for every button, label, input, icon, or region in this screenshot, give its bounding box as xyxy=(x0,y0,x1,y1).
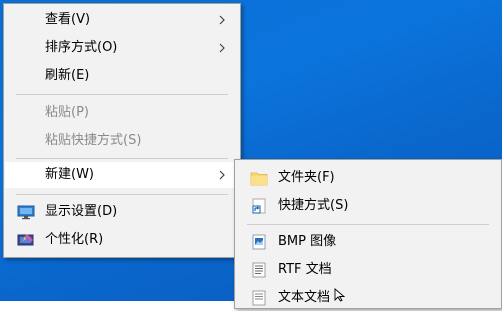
menu-item-new[interactable]: 新建(W) xyxy=(5,162,239,188)
chevron-right-icon xyxy=(219,15,225,25)
submenu-item-bmp-label: BMP 图像 xyxy=(278,234,337,249)
menu-item-display-settings-label: 显示设置(D) xyxy=(45,204,118,219)
submenu-item-shortcut[interactable]: 快捷方式(S) xyxy=(236,193,500,219)
menu-separator xyxy=(16,194,228,195)
rtf-document-icon xyxy=(252,262,266,278)
menu-item-refresh[interactable]: 刷新(E) xyxy=(5,63,239,89)
folder-icon xyxy=(250,172,268,186)
submenu-item-text-document[interactable]: 文本文档 xyxy=(236,285,500,311)
menu-item-personalize-label: 个性化(R) xyxy=(45,232,104,247)
submenu-separator xyxy=(247,224,489,225)
personalize-icon xyxy=(17,234,34,246)
menu-separator xyxy=(16,158,228,159)
menu-item-paste[interactable]: 粘贴(P) xyxy=(5,100,239,126)
text-document-icon xyxy=(252,290,266,306)
submenu-item-rtf-label: RTF 文档 xyxy=(278,262,332,277)
menu-item-new-label: 新建(W) xyxy=(45,167,94,182)
menu-item-paste-shortcut[interactable]: 粘贴快捷方式(S) xyxy=(5,128,239,154)
menu-item-personalize[interactable]: 个性化(R) xyxy=(5,227,239,253)
menu-item-paste-label: 粘贴(P) xyxy=(45,105,89,120)
menu-item-display-settings[interactable]: 显示设置(D) xyxy=(5,199,239,225)
desktop-context-menu: 查看(V) 排序方式(O) 刷新(E) 粘贴(P) 粘贴快捷方式(S) 新建(W… xyxy=(3,3,241,258)
menu-item-view-label: 查看(V) xyxy=(45,12,91,27)
submenu-item-shortcut-label: 快捷方式(S) xyxy=(278,198,349,213)
chevron-right-icon xyxy=(219,170,225,180)
shortcut-icon xyxy=(252,198,266,214)
display-settings-icon xyxy=(17,205,35,220)
submenu-item-rtf-document[interactable]: RTF 文档 xyxy=(236,257,500,283)
menu-item-sort-label: 排序方式(O) xyxy=(45,40,118,55)
submenu-item-bmp-image[interactable]: BMP 图像 xyxy=(236,229,500,255)
menu-item-refresh-label: 刷新(E) xyxy=(45,68,90,83)
chevron-right-icon xyxy=(219,43,225,53)
bmp-image-icon xyxy=(252,234,266,250)
new-submenu: 文件夹(F) 快捷方式(S) BMP 图像 RTF 文档 文本文档 xyxy=(234,159,502,309)
menu-separator xyxy=(16,94,228,95)
menu-item-paste-shortcut-label: 粘贴快捷方式(S) xyxy=(45,133,142,148)
menu-item-sort-by[interactable]: 排序方式(O) xyxy=(5,35,239,61)
mouse-cursor-icon xyxy=(334,288,346,302)
submenu-item-text-label: 文本文档 xyxy=(278,290,331,305)
menu-item-view[interactable]: 查看(V) xyxy=(5,7,239,33)
submenu-item-folder-label: 文件夹(F) xyxy=(278,170,335,185)
submenu-item-folder[interactable]: 文件夹(F) xyxy=(236,165,500,191)
